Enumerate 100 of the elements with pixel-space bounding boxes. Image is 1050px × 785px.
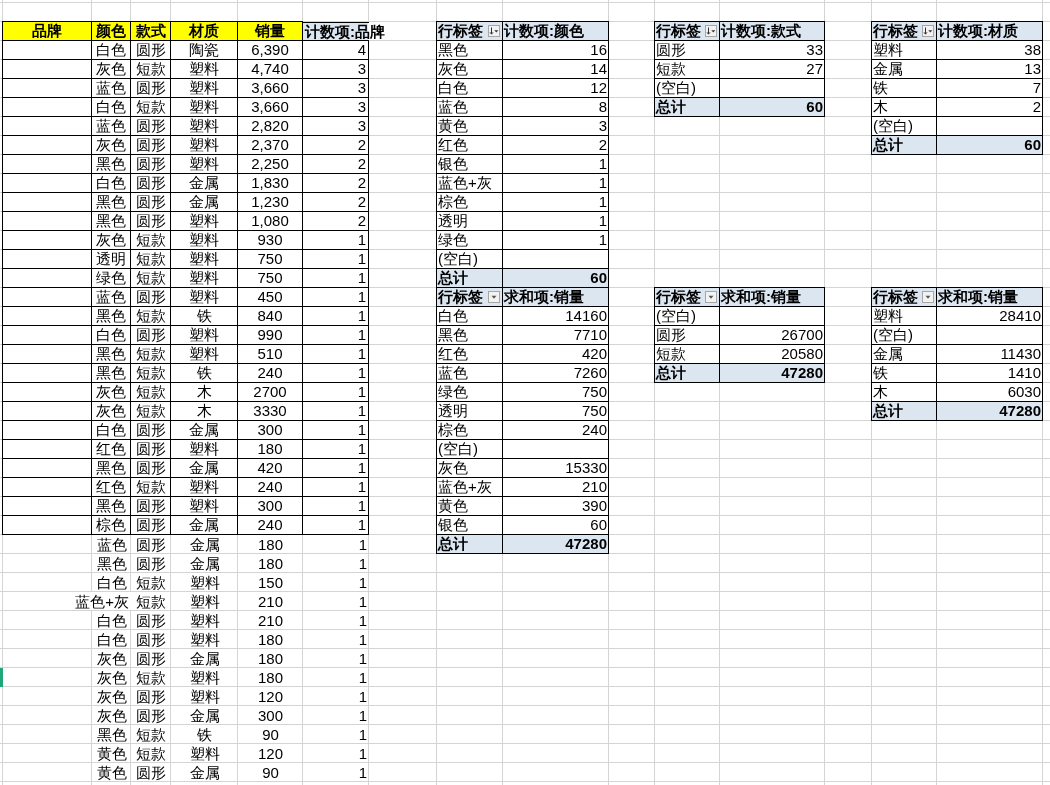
table-cell: 3 bbox=[303, 79, 369, 98]
table-cell: 塑料 bbox=[171, 212, 238, 231]
table-cell: 塑料 bbox=[171, 98, 238, 117]
table-cell: 短款 bbox=[131, 269, 171, 288]
pivot-row-label: 蓝色+灰 bbox=[437, 478, 503, 497]
pivot-row-label: 透明 bbox=[437, 212, 503, 231]
table-cell-text: 120 bbox=[257, 744, 284, 763]
table-cell: 圆形 bbox=[131, 459, 171, 478]
table-cell: 1 bbox=[303, 307, 369, 326]
pivot-value-cell: 1 bbox=[503, 231, 609, 250]
pivot-total-label: 总计 bbox=[655, 98, 720, 117]
table-cell-text: 白色 bbox=[95, 630, 128, 649]
table-cell: 短款 bbox=[131, 364, 171, 383]
table-cell-text: 灰色 bbox=[95, 649, 128, 668]
table-cell-text: 300 bbox=[257, 706, 284, 725]
column-header: 颜色 bbox=[92, 22, 131, 41]
table-cell-text: 塑料 bbox=[188, 573, 221, 592]
column-header: 款式 bbox=[131, 22, 171, 41]
table-cell: 3 bbox=[303, 98, 369, 117]
pivot-total-value: 47280 bbox=[937, 402, 1043, 421]
pivot-row-label: 木 bbox=[872, 98, 937, 117]
table-cell: 3 bbox=[303, 117, 369, 136]
table-cell-text: 1 bbox=[357, 630, 368, 649]
table-cell: 白色 bbox=[92, 98, 131, 117]
pivot-header-label: 行标签 bbox=[656, 22, 701, 40]
pivot-row-label: 绿色 bbox=[437, 383, 503, 402]
table-cell-text: 铁 bbox=[196, 725, 213, 744]
pivot-value-cell: 1 bbox=[503, 174, 609, 193]
table-cell: 圆形 bbox=[131, 516, 171, 535]
table-cell: 圆形 bbox=[131, 440, 171, 459]
table-cell: 510 bbox=[238, 345, 303, 364]
table-cell: 塑料 bbox=[171, 288, 238, 307]
pivot-value-cell: 13 bbox=[937, 60, 1043, 79]
filter-dropdown-icon[interactable] bbox=[488, 291, 500, 303]
table-cell-text: 黑色 bbox=[95, 554, 128, 573]
table-cell-text: 短款 bbox=[135, 744, 167, 763]
pivot-header-label: 行标签 bbox=[656, 288, 701, 306]
table-cell: 1 bbox=[303, 231, 369, 250]
table-cell-text: 金属 bbox=[188, 763, 221, 782]
table-cell: 白色 bbox=[92, 326, 131, 345]
filter-dropdown-icon[interactable] bbox=[922, 291, 934, 303]
table-cell: 短款 bbox=[131, 383, 171, 402]
table-cell-text: 180 bbox=[257, 630, 284, 649]
table-cell: 2,250 bbox=[238, 155, 303, 174]
pivot-value-cell: 1 bbox=[503, 155, 609, 174]
pivot-row-label: 红色 bbox=[437, 345, 503, 364]
table-cell: 短款 bbox=[131, 478, 171, 497]
table-cell: 黑色 bbox=[92, 345, 131, 364]
table-cell: 1 bbox=[303, 440, 369, 459]
pivot-value-cell: 750 bbox=[503, 402, 609, 421]
table-cell: 300 bbox=[238, 497, 303, 516]
table-cell: 6,390 bbox=[238, 41, 303, 60]
table-cell: 白色 bbox=[92, 421, 131, 440]
pivot-value-cell: 240 bbox=[503, 421, 609, 440]
table-cell-text: 1 bbox=[357, 706, 368, 725]
table-cell: 1 bbox=[303, 269, 369, 288]
table-cell-text: 1 bbox=[357, 687, 368, 706]
pivot-row-label: 灰色 bbox=[437, 60, 503, 79]
pivot-total-label: 总计 bbox=[655, 364, 720, 383]
table-cell: 塑料 bbox=[171, 478, 238, 497]
sort-filter-icon[interactable] bbox=[922, 25, 934, 37]
table-cell-text: 210 bbox=[257, 592, 284, 611]
filter-dropdown-icon[interactable] bbox=[705, 291, 717, 303]
table-cell-text: 圆形 bbox=[135, 706, 167, 725]
table-cell: 1 bbox=[303, 326, 369, 345]
sort-filter-icon[interactable] bbox=[705, 25, 717, 37]
pivot-value-header: 计数项:款式 bbox=[720, 22, 825, 41]
table-cell-text: 短款 bbox=[135, 725, 167, 744]
pivot-value-cell: 14 bbox=[503, 60, 609, 79]
table-cell: 圆形 bbox=[131, 497, 171, 516]
table-cell: 塑料 bbox=[171, 250, 238, 269]
pivot-row-label: 塑料 bbox=[872, 41, 937, 60]
table-cell: 240 bbox=[238, 478, 303, 497]
table-cell: 圆形 bbox=[131, 326, 171, 345]
table-cell: 圆形 bbox=[131, 288, 171, 307]
pivot-header-label: 行标签 bbox=[438, 288, 483, 306]
pivot-value-header: 计数项:颜色 bbox=[503, 22, 609, 41]
column-header: 品牌 bbox=[3, 22, 92, 41]
table-cell: 塑料 bbox=[171, 155, 238, 174]
sort-filter-icon[interactable] bbox=[488, 25, 500, 37]
pivot-row-label: 蓝色+灰 bbox=[437, 174, 503, 193]
pivot-header-label: 行标签 bbox=[873, 22, 918, 40]
table-cell: 2 bbox=[303, 136, 369, 155]
table-cell: 黑色 bbox=[92, 364, 131, 383]
pivot-value-cell: 3 bbox=[503, 117, 609, 136]
table-cell: 黑色 bbox=[92, 193, 131, 212]
table-cell: 短款 bbox=[131, 307, 171, 326]
pivot-total-value: 47280 bbox=[503, 535, 609, 554]
table-cell-text: 塑料 bbox=[188, 592, 221, 611]
table-cell-text: 黑色 bbox=[95, 725, 128, 744]
table-cell: 1 bbox=[303, 402, 369, 421]
pivot-row-label: 金属 bbox=[872, 345, 937, 364]
table-cell: 灰色 bbox=[92, 402, 131, 421]
table-cell: 420 bbox=[238, 459, 303, 478]
pivot-row-label: 圆形 bbox=[655, 41, 720, 60]
table-cell-text: 白色 bbox=[95, 611, 128, 630]
pivot-value-cell: 15330 bbox=[503, 459, 609, 478]
table-cell: 透明 bbox=[92, 250, 131, 269]
table-cell: 1,080 bbox=[238, 212, 303, 231]
pivot-total-label: 总计 bbox=[437, 269, 503, 288]
